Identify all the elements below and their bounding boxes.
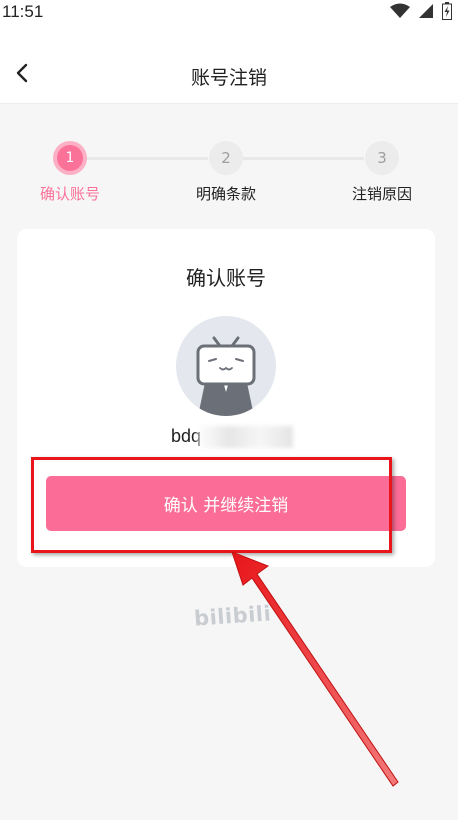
step-1-number: 1 (57, 145, 83, 171)
step-2-number: 2 (221, 149, 231, 167)
tv-mascot-avatar-icon (176, 336, 276, 416)
step-connector (87, 157, 208, 160)
card-title: 确认账号 (186, 266, 266, 290)
step-2-indicator: 2 (209, 141, 243, 175)
annotation-highlight-box (31, 457, 392, 553)
avatar (176, 316, 276, 416)
step-2-label: 明确条款 (195, 185, 257, 203)
status-icons (390, 2, 452, 24)
nav-bar: 账号注销 (0, 28, 458, 104)
page-title: 账号注销 (190, 67, 267, 89)
step-3-number: 3 (377, 149, 387, 167)
step-1-label: 确认账号 (39, 185, 101, 203)
step-connector (243, 157, 364, 160)
step-1-indicator: 1 (53, 141, 87, 175)
stepper: 1 2 3 确认账号 明确条款 注销原因 (0, 140, 458, 210)
signal-icon (418, 3, 434, 23)
status-time: 11:51 (2, 2, 44, 21)
bilibili-logo: bilibili (193, 601, 273, 631)
wifi-icon (390, 3, 410, 23)
step-3-indicator: 3 (365, 141, 399, 175)
step-3-label: 注销原因 (351, 185, 413, 203)
username-redaction (197, 426, 293, 448)
battery-icon (442, 2, 452, 24)
status-bar: 11:51 (0, 0, 458, 28)
